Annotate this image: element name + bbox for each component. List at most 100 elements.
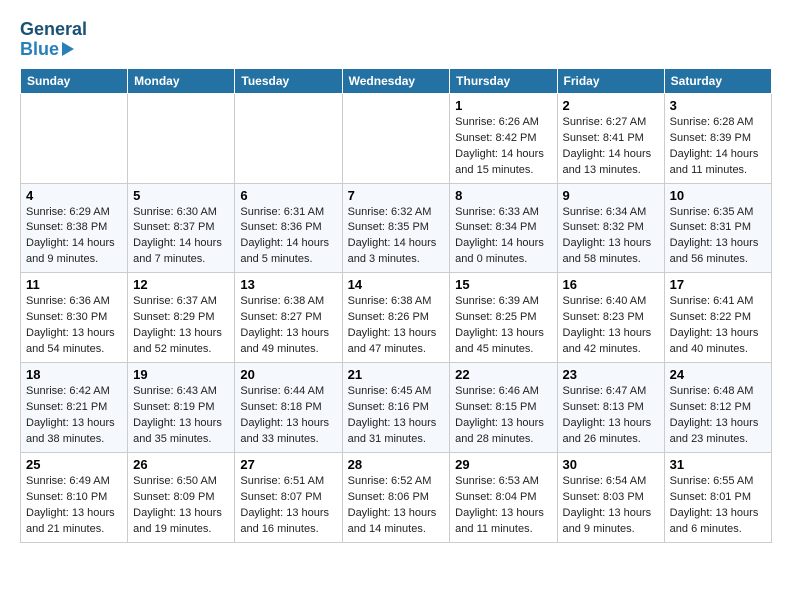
- day-info: Sunrise: 6:49 AM Sunset: 8:10 PM Dayligh…: [26, 474, 122, 538]
- day-number: 26: [133, 457, 229, 472]
- day-info: Sunrise: 6:32 AM Sunset: 8:35 PM Dayligh…: [348, 205, 445, 269]
- calendar-day-cell: 25Sunrise: 6:49 AM Sunset: 8:10 PM Dayli…: [21, 452, 128, 542]
- day-number: 19: [133, 367, 229, 382]
- calendar-day-cell: 26 Sunrise: 6:50 AM Sunset: 8:09 PM Dayli…: [128, 452, 235, 542]
- calendar-day-cell: 11 Sunrise: 6:36 AM Sunset: 8:30 PM Dayli…: [21, 273, 128, 363]
- calendar-day-header: Thursday: [450, 68, 557, 93]
- day-info: Sunrise: 6:45 AM Sunset: 8:16 PM Dayligh…: [348, 384, 445, 448]
- day-info: Sunrise: 6:54 AM Sunset: 8:03 PM Dayligh…: [563, 474, 659, 538]
- day-info: Sunrise: 6:55 AM Sunset: 8:01 PM Dayligh…: [670, 474, 766, 538]
- calendar-day-cell: 28 Sunrise: 6:52 AM Sunset: 8:06 PM Dayli…: [342, 452, 450, 542]
- day-number: 9: [563, 188, 659, 203]
- day-info: Sunrise: 6:44 AM Sunset: 8:18 PM Dayligh…: [240, 384, 336, 448]
- calendar-day-cell: 16Sunrise: 6:40 AM Sunset: 8:23 PM Dayli…: [557, 273, 664, 363]
- day-number: 7: [348, 188, 445, 203]
- calendar-day-cell: 9Sunrise: 6:34 AM Sunset: 8:32 PM Daylig…: [557, 183, 664, 273]
- calendar-day-header: Tuesday: [235, 68, 342, 93]
- day-info: Sunrise: 6:52 AM Sunset: 8:06 PM Dayligh…: [348, 474, 445, 538]
- day-info: Sunrise: 6:33 AM Sunset: 8:34 PM Dayligh…: [455, 205, 551, 269]
- calendar-day-cell: 6 Sunrise: 6:31 AM Sunset: 8:36 PM Daylig…: [235, 183, 342, 273]
- calendar-week-row: 25Sunrise: 6:49 AM Sunset: 8:10 PM Dayli…: [21, 452, 772, 542]
- day-info: Sunrise: 6:48 AM Sunset: 8:12 PM Dayligh…: [670, 384, 766, 448]
- day-number: 8: [455, 188, 551, 203]
- day-info: Sunrise: 6:28 AM Sunset: 8:39 PM Dayligh…: [670, 115, 766, 179]
- day-info: Sunrise: 6:36 AM Sunset: 8:30 PM Dayligh…: [26, 294, 122, 358]
- calendar-week-row: 4Sunrise: 6:29 AM Sunset: 8:38 PM Daylig…: [21, 183, 772, 273]
- day-number: 11: [26, 277, 122, 292]
- calendar-day-cell: 20 Sunrise: 6:44 AM Sunset: 8:18 PM Dayli…: [235, 363, 342, 453]
- calendar-day-cell: [235, 93, 342, 183]
- calendar-day-cell: 7 Sunrise: 6:32 AM Sunset: 8:35 PM Daylig…: [342, 183, 450, 273]
- day-info: Sunrise: 6:50 AM Sunset: 8:09 PM Dayligh…: [133, 474, 229, 538]
- logo-blue: Blue: [20, 40, 59, 58]
- day-number: 17: [670, 277, 766, 292]
- logo-arrow-icon: [62, 42, 74, 56]
- calendar-day-cell: 1 Sunrise: 6:26 AM Sunset: 8:42 PM Daylig…: [450, 93, 557, 183]
- calendar-week-row: 1 Sunrise: 6:26 AM Sunset: 8:42 PM Daylig…: [21, 93, 772, 183]
- day-number: 24: [670, 367, 766, 382]
- day-number: 18: [26, 367, 122, 382]
- calendar-day-cell: 4Sunrise: 6:29 AM Sunset: 8:38 PM Daylig…: [21, 183, 128, 273]
- day-number: 30: [563, 457, 659, 472]
- day-number: 13: [240, 277, 336, 292]
- calendar-day-cell: 21 Sunrise: 6:45 AM Sunset: 8:16 PM Dayli…: [342, 363, 450, 453]
- calendar-day-cell: 15 Sunrise: 6:39 AM Sunset: 8:25 PM Dayli…: [450, 273, 557, 363]
- day-number: 21: [348, 367, 445, 382]
- day-info: Sunrise: 6:51 AM Sunset: 8:07 PM Dayligh…: [240, 474, 336, 538]
- day-info: Sunrise: 6:42 AM Sunset: 8:21 PM Dayligh…: [26, 384, 122, 448]
- day-info: Sunrise: 6:40 AM Sunset: 8:23 PM Dayligh…: [563, 294, 659, 358]
- day-info: Sunrise: 6:31 AM Sunset: 8:36 PM Dayligh…: [240, 205, 336, 269]
- calendar-day-cell: 14 Sunrise: 6:38 AM Sunset: 8:26 PM Dayli…: [342, 273, 450, 363]
- day-number: 12: [133, 277, 229, 292]
- calendar-day-cell: 27Sunrise: 6:51 AM Sunset: 8:07 PM Dayli…: [235, 452, 342, 542]
- calendar-day-cell: 3 Sunrise: 6:28 AM Sunset: 8:39 PM Daylig…: [664, 93, 771, 183]
- day-info: Sunrise: 6:38 AM Sunset: 8:26 PM Dayligh…: [348, 294, 445, 358]
- calendar-day-cell: 13Sunrise: 6:38 AM Sunset: 8:27 PM Dayli…: [235, 273, 342, 363]
- calendar-day-cell: 22 Sunrise: 6:46 AM Sunset: 8:15 PM Dayli…: [450, 363, 557, 453]
- calendar-week-row: 18 Sunrise: 6:42 AM Sunset: 8:21 PM Dayli…: [21, 363, 772, 453]
- calendar-day-cell: 17 Sunrise: 6:41 AM Sunset: 8:22 PM Dayli…: [664, 273, 771, 363]
- calendar-week-row: 11 Sunrise: 6:36 AM Sunset: 8:30 PM Dayli…: [21, 273, 772, 363]
- day-info: Sunrise: 6:41 AM Sunset: 8:22 PM Dayligh…: [670, 294, 766, 358]
- calendar-day-cell: 24 Sunrise: 6:48 AM Sunset: 8:12 PM Dayli…: [664, 363, 771, 453]
- calendar-day-cell: 18 Sunrise: 6:42 AM Sunset: 8:21 PM Dayli…: [21, 363, 128, 453]
- calendar-table: SundayMondayTuesdayWednesdayThursdayFrid…: [20, 68, 772, 543]
- day-info: Sunrise: 6:37 AM Sunset: 8:29 PM Dayligh…: [133, 294, 229, 358]
- day-info: Sunrise: 6:26 AM Sunset: 8:42 PM Dayligh…: [455, 115, 551, 179]
- day-number: 2: [563, 98, 659, 113]
- logo-general: General: [20, 20, 87, 40]
- day-number: 29: [455, 457, 551, 472]
- day-number: 20: [240, 367, 336, 382]
- calendar-day-cell: 19Sunrise: 6:43 AM Sunset: 8:19 PM Dayli…: [128, 363, 235, 453]
- day-number: 31: [670, 457, 766, 472]
- calendar-header-row: SundayMondayTuesdayWednesdayThursdayFrid…: [21, 68, 772, 93]
- day-number: 28: [348, 457, 445, 472]
- calendar-day-header: Friday: [557, 68, 664, 93]
- calendar-day-cell: 5Sunrise: 6:30 AM Sunset: 8:37 PM Daylig…: [128, 183, 235, 273]
- calendar-day-cell: [21, 93, 128, 183]
- logo: General Blue: [20, 20, 87, 58]
- calendar-day-cell: 31 Sunrise: 6:55 AM Sunset: 8:01 PM Dayli…: [664, 452, 771, 542]
- day-number: 6: [240, 188, 336, 203]
- calendar-day-header: Wednesday: [342, 68, 450, 93]
- day-info: Sunrise: 6:30 AM Sunset: 8:37 PM Dayligh…: [133, 205, 229, 269]
- calendar-day-cell: 23Sunrise: 6:47 AM Sunset: 8:13 PM Dayli…: [557, 363, 664, 453]
- day-info: Sunrise: 6:47 AM Sunset: 8:13 PM Dayligh…: [563, 384, 659, 448]
- calendar-day-cell: 29Sunrise: 6:53 AM Sunset: 8:04 PM Dayli…: [450, 452, 557, 542]
- calendar-day-cell: [342, 93, 450, 183]
- calendar-body: 1 Sunrise: 6:26 AM Sunset: 8:42 PM Daylig…: [21, 93, 772, 542]
- calendar-day-cell: 8 Sunrise: 6:33 AM Sunset: 8:34 PM Daylig…: [450, 183, 557, 273]
- day-info: Sunrise: 6:39 AM Sunset: 8:25 PM Dayligh…: [455, 294, 551, 358]
- calendar-day-cell: 10Sunrise: 6:35 AM Sunset: 8:31 PM Dayli…: [664, 183, 771, 273]
- day-number: 1: [455, 98, 551, 113]
- day-number: 15: [455, 277, 551, 292]
- day-info: Sunrise: 6:29 AM Sunset: 8:38 PM Dayligh…: [26, 205, 122, 269]
- day-number: 10: [670, 188, 766, 203]
- day-number: 3: [670, 98, 766, 113]
- day-number: 14: [348, 277, 445, 292]
- calendar-day-cell: 30 Sunrise: 6:54 AM Sunset: 8:03 PM Dayli…: [557, 452, 664, 542]
- calendar-day-header: Sunday: [21, 68, 128, 93]
- day-number: 22: [455, 367, 551, 382]
- day-info: Sunrise: 6:46 AM Sunset: 8:15 PM Dayligh…: [455, 384, 551, 448]
- calendar-day-cell: 12 Sunrise: 6:37 AM Sunset: 8:29 PM Dayli…: [128, 273, 235, 363]
